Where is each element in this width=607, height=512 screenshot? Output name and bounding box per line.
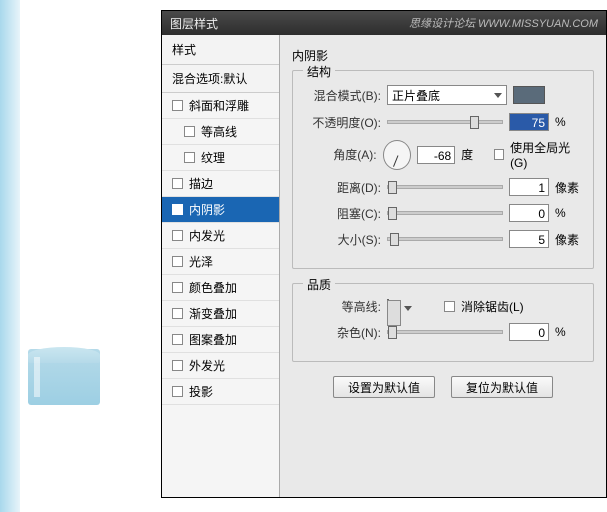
style-checkbox[interactable]	[172, 282, 183, 293]
noise-input[interactable]: 0	[509, 323, 549, 341]
make-default-button[interactable]: 设置为默认值	[333, 376, 435, 398]
sidebar-item-label: 内阴影	[189, 201, 225, 218]
sidebar-item-label: 纹理	[201, 149, 225, 166]
style-checkbox[interactable]	[172, 230, 183, 241]
distance-label: 距离(D):	[303, 179, 381, 196]
sidebar-item-label: 外发光	[189, 357, 225, 374]
opacity-slider[interactable]	[387, 120, 503, 124]
choke-slider[interactable]	[387, 211, 503, 215]
sidebar-item-label: 描边	[189, 175, 213, 192]
panel-title: 内阴影	[292, 47, 594, 64]
sidebar-item-2[interactable]: 纹理	[162, 145, 279, 171]
sidebar-item-7[interactable]: 颜色叠加	[162, 275, 279, 301]
sidebar-item-8[interactable]: 渐变叠加	[162, 301, 279, 327]
titlebar[interactable]: 图层样式 思缘设计论坛 WWW.MISSYUAN.COM	[162, 11, 606, 35]
quality-legend: 品质	[303, 276, 335, 293]
style-checkbox[interactable]	[184, 152, 195, 163]
style-checkbox[interactable]	[172, 360, 183, 371]
noise-unit: %	[555, 325, 583, 339]
sidebar-item-6[interactable]: 光泽	[162, 249, 279, 275]
distance-input[interactable]: 1	[509, 178, 549, 196]
sidebar-blend-options[interactable]: 混合选项:默认	[162, 65, 279, 93]
watermark: 思缘设计论坛 WWW.MISSYUAN.COM	[409, 15, 598, 31]
noise-slider[interactable]	[387, 330, 503, 334]
style-checkbox[interactable]	[184, 126, 195, 137]
style-checkbox[interactable]	[172, 256, 183, 267]
sidebar-header[interactable]: 样式	[162, 35, 279, 65]
blend-mode-dropdown[interactable]: 正片叠底	[387, 85, 507, 105]
sidebar-item-label: 图案叠加	[189, 331, 237, 348]
opacity-unit: %	[555, 115, 583, 129]
contour-label: 等高线:	[303, 298, 381, 315]
angle-input[interactable]: -68	[417, 146, 455, 164]
blend-mode-label: 混合模式(B):	[303, 87, 381, 104]
color-swatch[interactable]	[513, 86, 545, 104]
chevron-down-icon	[494, 93, 502, 98]
choke-label: 阻塞(C):	[303, 205, 381, 222]
settings-panel: 内阴影 结构 混合模式(B): 正片叠底 不透明度(O): 75 %	[280, 35, 606, 497]
bg-gradient	[0, 0, 20, 512]
style-checkbox[interactable]	[172, 386, 183, 397]
styles-sidebar: 样式 混合选项:默认 斜面和浮雕等高线纹理描边内阴影内发光光泽颜色叠加渐变叠加图…	[162, 35, 280, 497]
choke-unit: %	[555, 206, 583, 220]
style-checkbox[interactable]	[172, 204, 183, 215]
layer-style-dialog: 图层样式 思缘设计论坛 WWW.MISSYUAN.COM 样式 混合选项:默认 …	[161, 10, 607, 498]
reset-default-button[interactable]: 复位为默认值	[451, 376, 553, 398]
angle-unit: 度	[461, 146, 487, 163]
sidebar-item-5[interactable]: 内发光	[162, 223, 279, 249]
size-unit: 像素	[555, 231, 583, 248]
opacity-label: 不透明度(O):	[303, 114, 381, 131]
opacity-input[interactable]: 75	[509, 113, 549, 131]
sidebar-item-label: 投影	[189, 383, 213, 400]
angle-label: 角度(A):	[303, 146, 377, 163]
layer-thumbnail	[28, 349, 100, 405]
sidebar-item-label: 光泽	[189, 253, 213, 270]
sidebar-item-label: 颜色叠加	[189, 279, 237, 296]
sidebar-item-10[interactable]: 外发光	[162, 353, 279, 379]
size-label: 大小(S):	[303, 231, 381, 248]
sidebar-item-11[interactable]: 投影	[162, 379, 279, 405]
antialias-checkbox[interactable]	[444, 301, 455, 312]
sidebar-item-label: 斜面和浮雕	[189, 97, 249, 114]
global-light-checkbox[interactable]	[494, 149, 504, 160]
style-checkbox[interactable]	[172, 334, 183, 345]
sidebar-item-label: 等高线	[201, 123, 237, 140]
sidebar-item-4[interactable]: 内阴影	[162, 197, 279, 223]
antialias-label: 消除锯齿(L)	[461, 298, 524, 315]
structure-group: 结构 混合模式(B): 正片叠底 不透明度(O): 75 % 角度	[292, 70, 594, 269]
sidebar-item-label: 内发光	[189, 227, 225, 244]
style-checkbox[interactable]	[172, 100, 183, 111]
choke-input[interactable]: 0	[509, 204, 549, 222]
sidebar-item-1[interactable]: 等高线	[162, 119, 279, 145]
distance-unit: 像素	[555, 179, 583, 196]
size-slider[interactable]	[387, 237, 503, 241]
distance-slider[interactable]	[387, 185, 503, 189]
global-light-label: 使用全局光(G)	[510, 139, 583, 170]
dialog-title: 图层样式	[170, 15, 218, 32]
noise-label: 杂色(N):	[303, 324, 381, 341]
structure-legend: 结构	[303, 63, 335, 80]
size-input[interactable]: 5	[509, 230, 549, 248]
sidebar-item-9[interactable]: 图案叠加	[162, 327, 279, 353]
sidebar-item-label: 渐变叠加	[189, 305, 237, 322]
quality-group: 品质 等高线: 消除锯齿(L) 杂色(N): 0 %	[292, 283, 594, 362]
angle-dial[interactable]	[383, 140, 411, 170]
sidebar-item-0[interactable]: 斜面和浮雕	[162, 93, 279, 119]
contour-picker[interactable]	[387, 299, 389, 315]
style-checkbox[interactable]	[172, 178, 183, 189]
style-checkbox[interactable]	[172, 308, 183, 319]
sidebar-item-3[interactable]: 描边	[162, 171, 279, 197]
